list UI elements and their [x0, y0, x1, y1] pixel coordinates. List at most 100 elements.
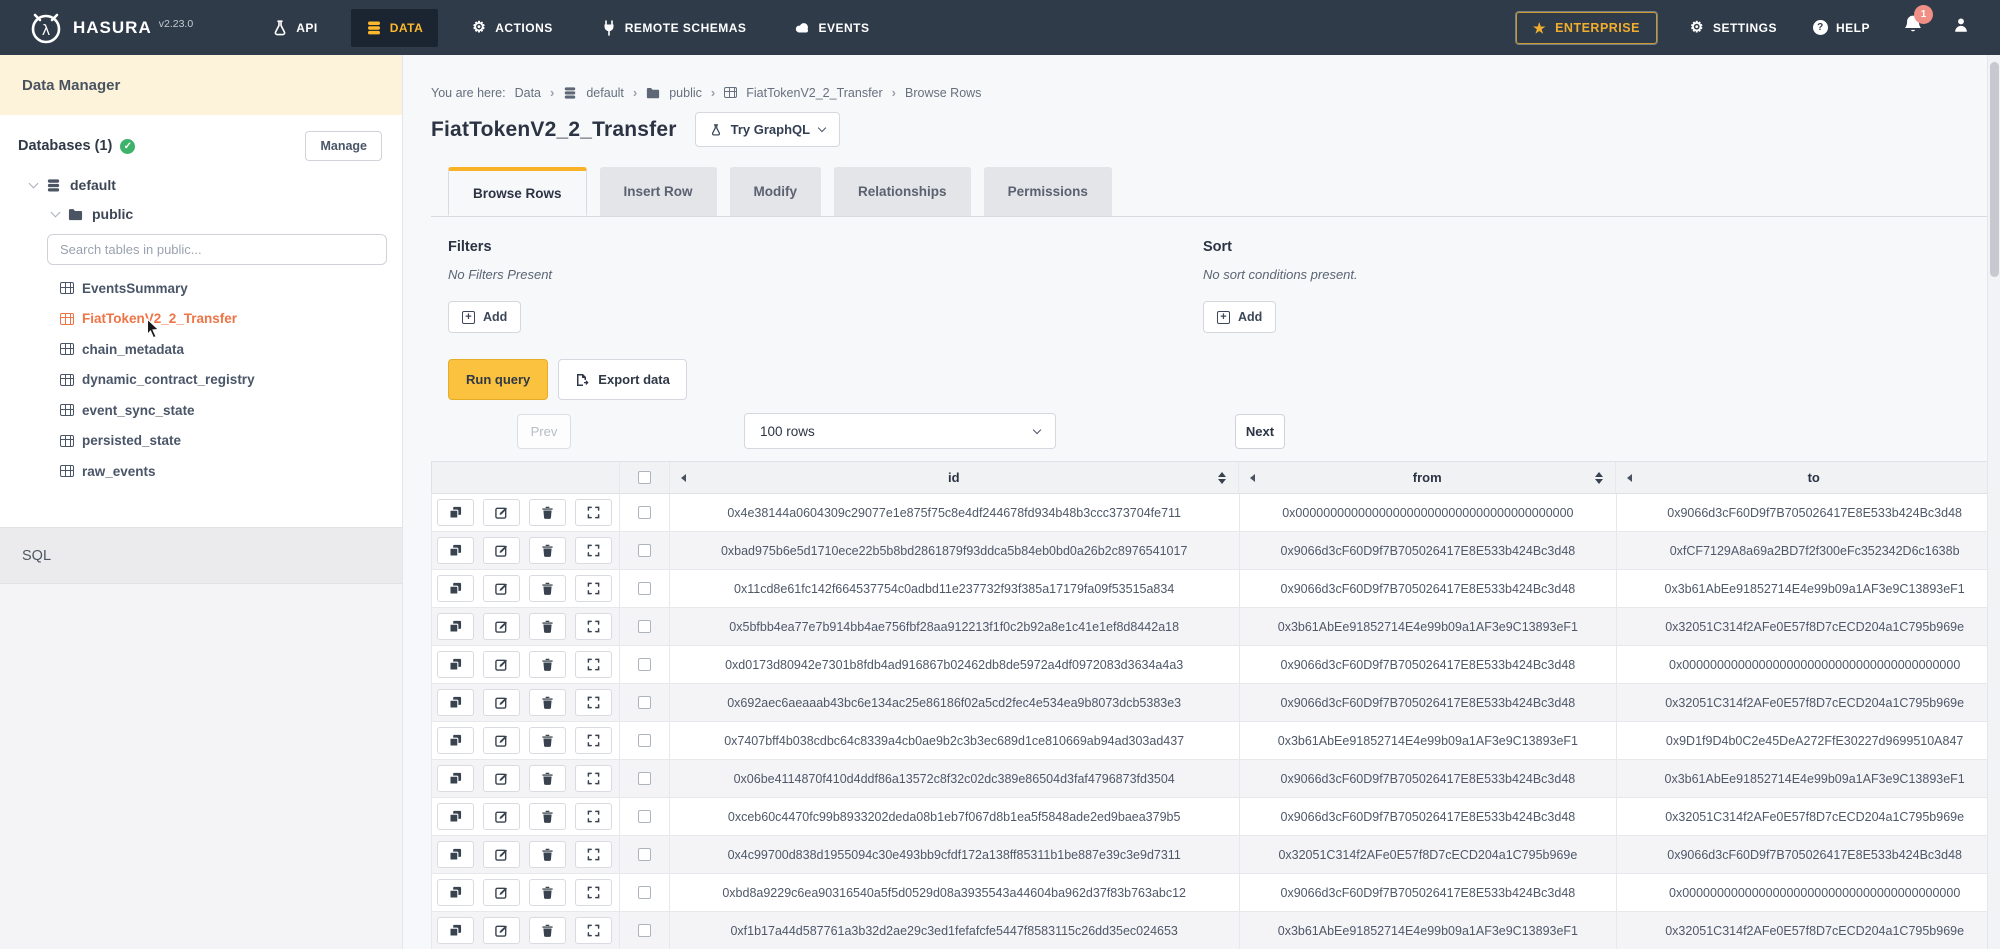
sort-column-icon[interactable]	[1595, 472, 1603, 484]
delete-row-button[interactable]	[529, 917, 566, 944]
chevron-down-icon[interactable]	[29, 178, 39, 188]
row-checkbox[interactable]	[638, 810, 651, 823]
nav-item-actions[interactable]: ⚙ ACTIONS	[456, 9, 568, 47]
expand-row-button[interactable]	[575, 841, 612, 868]
expand-row-button[interactable]	[575, 689, 612, 716]
delete-row-button[interactable]	[529, 841, 566, 868]
clone-row-button[interactable]	[437, 917, 474, 944]
expand-row-button[interactable]	[575, 613, 612, 640]
expand-row-button[interactable]	[575, 537, 612, 564]
edit-row-button[interactable]	[483, 499, 520, 526]
expand-row-button[interactable]	[575, 803, 612, 830]
enterprise-button[interactable]: ★ ENTERPRISE	[1516, 12, 1657, 44]
edit-row-button[interactable]	[483, 727, 520, 754]
edit-row-button[interactable]	[483, 765, 520, 792]
nav-item-remote-schemas[interactable]: REMOTE SCHEMAS	[586, 9, 762, 47]
settings-button[interactable]: ⚙ SETTINGS	[1685, 12, 1781, 44]
notifications-button[interactable]: 1	[1902, 14, 1924, 41]
column-header-from[interactable]: from	[1239, 462, 1617, 493]
row-checkbox[interactable]	[638, 620, 651, 633]
tab-modify[interactable]: Modify	[730, 167, 822, 216]
nav-item-api[interactable]: API	[257, 9, 333, 47]
row-checkbox[interactable]	[638, 582, 651, 595]
nav-item-events[interactable]: EVENTS	[779, 9, 884, 47]
clone-row-button[interactable]	[437, 727, 474, 754]
breadcrumb-data[interactable]: Data	[515, 86, 541, 100]
delete-row-button[interactable]	[529, 689, 566, 716]
sidebar-table-event-sync-state[interactable]: event_sync_state	[0, 395, 402, 426]
sidebar-item-sql[interactable]: SQL	[0, 527, 402, 584]
expand-row-button[interactable]	[575, 917, 612, 944]
tab-insert-row[interactable]: Insert Row	[600, 167, 717, 216]
edit-row-button[interactable]	[483, 803, 520, 830]
tree-node-schema-public[interactable]: public	[52, 206, 402, 222]
delete-row-button[interactable]	[529, 651, 566, 678]
clone-row-button[interactable]	[437, 765, 474, 792]
edit-row-button[interactable]	[483, 689, 520, 716]
expand-row-button[interactable]	[575, 879, 612, 906]
sidebar-table-fiattokenv2-2-transfer[interactable]: FiatTokenV2_2_Transfer	[0, 304, 402, 335]
collapse-column-icon[interactable]	[681, 474, 686, 482]
user-menu-button[interactable]	[1952, 16, 1970, 39]
help-button[interactable]: ? HELP	[1809, 12, 1874, 43]
page-size-select[interactable]: 100 rows	[744, 413, 1056, 449]
expand-row-button[interactable]	[575, 499, 612, 526]
row-checkbox[interactable]	[638, 734, 651, 747]
row-checkbox[interactable]	[638, 924, 651, 937]
row-checkbox[interactable]	[638, 848, 651, 861]
delete-row-button[interactable]	[529, 765, 566, 792]
export-data-button[interactable]: Export data	[558, 359, 687, 400]
select-all-checkbox[interactable]	[638, 471, 651, 484]
breadcrumb-table[interactable]: FiatTokenV2_2_Transfer	[746, 86, 882, 100]
delete-row-button[interactable]	[529, 727, 566, 754]
row-checkbox[interactable]	[638, 772, 651, 785]
column-header-id[interactable]: id	[670, 462, 1239, 493]
prev-page-button[interactable]: Prev	[517, 414, 571, 449]
row-checkbox[interactable]	[638, 658, 651, 671]
chevron-down-icon[interactable]	[51, 207, 61, 217]
expand-row-button[interactable]	[575, 575, 612, 602]
edit-row-button[interactable]	[483, 841, 520, 868]
delete-row-button[interactable]	[529, 613, 566, 640]
vertical-scrollbar[interactable]	[1987, 55, 2000, 949]
manage-button[interactable]: Manage	[305, 131, 382, 161]
next-page-button[interactable]: Next	[1235, 414, 1285, 449]
table-search-input[interactable]	[47, 234, 387, 265]
add-sort-button[interactable]: + Add	[1203, 301, 1276, 333]
delete-row-button[interactable]	[529, 803, 566, 830]
edit-row-button[interactable]	[483, 613, 520, 640]
clone-row-button[interactable]	[437, 651, 474, 678]
add-filter-button[interactable]: + Add	[448, 301, 521, 333]
edit-row-button[interactable]	[483, 537, 520, 564]
delete-row-button[interactable]	[529, 537, 566, 564]
row-checkbox[interactable]	[638, 544, 651, 557]
expand-row-button[interactable]	[575, 651, 612, 678]
sidebar-table-persisted-state[interactable]: persisted_state	[0, 426, 402, 457]
collapse-column-icon[interactable]	[1627, 474, 1632, 482]
sidebar-table-dynamic-contract-registry[interactable]: dynamic_contract_registry	[0, 365, 402, 396]
expand-row-button[interactable]	[575, 765, 612, 792]
clone-row-button[interactable]	[437, 841, 474, 868]
try-graphql-button[interactable]: Try GraphQL	[695, 112, 840, 147]
clone-row-button[interactable]	[437, 689, 474, 716]
nav-item-data[interactable]: DATA	[351, 9, 439, 47]
run-query-button[interactable]: Run query	[448, 359, 548, 400]
sidebar-table-raw-events[interactable]: raw_events	[0, 456, 402, 487]
hasura-brand[interactable]: λ HASURA v2.23.0	[28, 10, 193, 46]
row-checkbox[interactable]	[638, 696, 651, 709]
clone-row-button[interactable]	[437, 499, 474, 526]
expand-row-button[interactable]	[575, 727, 612, 754]
delete-row-button[interactable]	[529, 879, 566, 906]
clone-row-button[interactable]	[437, 613, 474, 640]
sidebar-table-eventssummary[interactable]: EventsSummary	[0, 273, 402, 304]
breadcrumb-default[interactable]: default	[586, 86, 624, 100]
delete-row-button[interactable]	[529, 575, 566, 602]
edit-row-button[interactable]	[483, 575, 520, 602]
sort-column-icon[interactable]	[1218, 472, 1226, 484]
collapse-column-icon[interactable]	[1250, 474, 1255, 482]
row-checkbox[interactable]	[638, 886, 651, 899]
scrollbar-thumb[interactable]	[1990, 62, 1999, 277]
column-header-to[interactable]: to	[1616, 462, 2000, 493]
row-checkbox[interactable]	[638, 506, 651, 519]
breadcrumb-public[interactable]: public	[669, 86, 702, 100]
